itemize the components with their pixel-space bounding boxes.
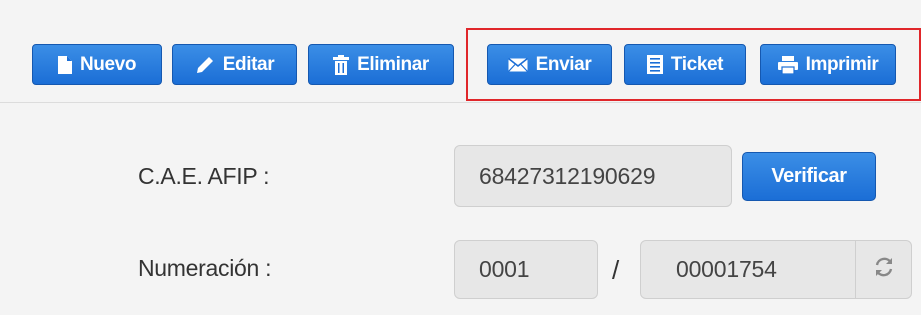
- delete-button[interactable]: Eliminar: [308, 44, 454, 85]
- divider: [0, 102, 921, 103]
- punto-venta-input[interactable]: 0001: [454, 240, 598, 299]
- cae-value: 68427312190629: [479, 162, 656, 189]
- numero-value: 00001754: [676, 256, 777, 282]
- toolbar: Nuevo Editar Eliminar Enviar Ticket Impr…: [0, 0, 921, 103]
- pencil-icon: [195, 55, 215, 75]
- highlight-box: [466, 28, 921, 101]
- edit-button-label: Editar: [222, 53, 275, 75]
- verify-button-label: Verificar: [771, 165, 847, 187]
- punto-venta-value: 0001: [479, 256, 530, 282]
- cae-label: C.A.E. AFIP :: [138, 163, 270, 189]
- delete-button-label: Eliminar: [357, 53, 429, 75]
- separator-slash: /: [612, 255, 620, 285]
- refresh-icon: [873, 256, 895, 283]
- new-button-label: Nuevo: [79, 53, 137, 75]
- trash-icon: [333, 54, 350, 75]
- edit-button[interactable]: Editar: [172, 44, 297, 85]
- verify-button[interactable]: Verificar: [742, 152, 876, 201]
- file-icon: [57, 55, 72, 74]
- new-button[interactable]: Nuevo: [32, 44, 162, 85]
- refresh-button[interactable]: [855, 240, 911, 299]
- cae-input[interactable]: 68427312190629: [454, 145, 732, 207]
- numeracion-label: Numeración :: [138, 255, 272, 281]
